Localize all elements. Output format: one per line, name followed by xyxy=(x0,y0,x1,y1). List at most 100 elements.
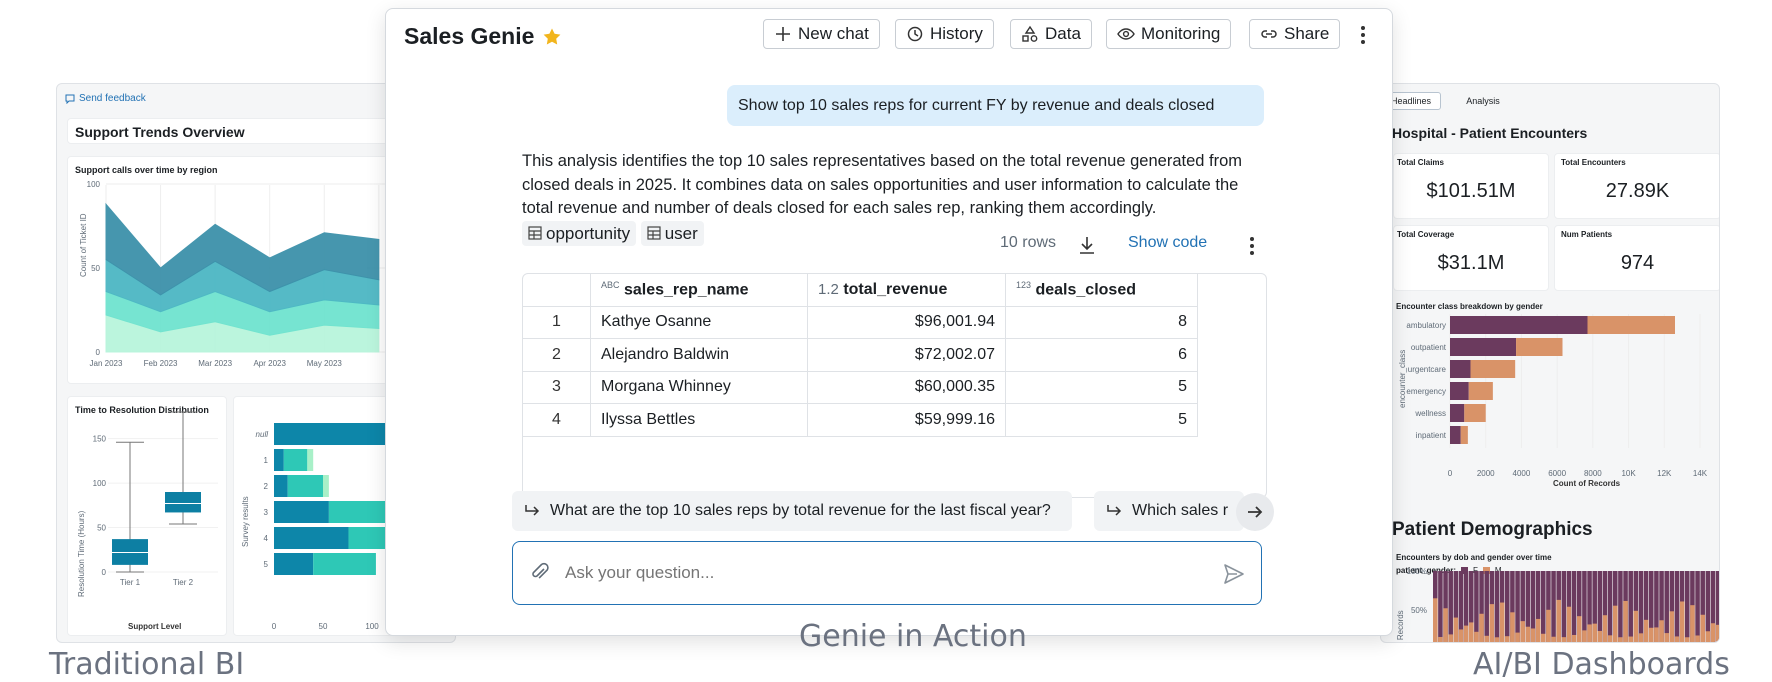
y-tick-label: urgentcare xyxy=(1408,365,1447,374)
plus-icon xyxy=(776,27,790,41)
question-input[interactable] xyxy=(565,558,1185,588)
new-chat-button[interactable]: New chat xyxy=(763,19,880,49)
download-icon[interactable] xyxy=(1076,234,1098,256)
rows-count: 10 rows xyxy=(1000,234,1057,251)
type-decimal-icon: 1.2 xyxy=(818,280,839,298)
kpi-card-claims: Total Claims $101.51M xyxy=(1393,153,1549,219)
question-input-box[interactable] xyxy=(512,541,1262,605)
table-chip-label: opportunity xyxy=(546,223,631,243)
eye-icon xyxy=(1117,28,1135,40)
box-chart-card: Time to Resolution Distribution Resoluti… xyxy=(67,396,227,636)
suggestion-chip[interactable]: What are the top 10 sales reps by total … xyxy=(512,491,1072,531)
survey-bar xyxy=(283,449,308,471)
encounter-bar xyxy=(1587,316,1675,334)
demo-bar-m xyxy=(1638,633,1644,642)
y-tick-label: 50% xyxy=(1411,606,1427,615)
y-tick-label: 100% xyxy=(1407,567,1427,576)
area-y-label: Count of Ticket ID xyxy=(79,213,88,277)
show-code-link[interactable]: Show code xyxy=(1128,234,1207,252)
y-tick-label: 1 xyxy=(264,456,269,465)
demo-bar-f xyxy=(1515,571,1520,642)
star-icon[interactable] xyxy=(542,27,562,47)
cell-revenue: $60,000.35 xyxy=(807,370,1006,404)
y-tick-label: 0 xyxy=(102,568,107,577)
column-header-label: total_revenue xyxy=(843,280,948,298)
column-header[interactable]: ABC sales_rep_name xyxy=(590,274,808,307)
row-index: 3 xyxy=(523,370,591,404)
demo-bar-m xyxy=(1628,636,1633,642)
demo-bar-m xyxy=(1510,612,1515,642)
reply-arrow-icon xyxy=(1107,505,1122,516)
row-index: 2 xyxy=(523,338,591,372)
demo-bar-m xyxy=(1453,617,1459,642)
table-chip-user[interactable]: user xyxy=(640,220,704,246)
history-icon xyxy=(907,26,923,42)
table-row: 1 Kathye Osanne $96,001.94 8 xyxy=(523,305,1198,339)
y-tick-label: 100 xyxy=(87,180,101,189)
cell-deals: 6 xyxy=(1005,338,1198,372)
demo-bar-f xyxy=(1484,571,1489,642)
encounter-bar-card: Encounter class breakdown by gender enco… xyxy=(1393,296,1719,590)
demographics-chart: of Records 50% 100% xyxy=(1396,567,1719,642)
demo-bar-m xyxy=(1664,633,1669,642)
survey-bar xyxy=(274,423,392,445)
demo-bar-m xyxy=(1710,623,1716,642)
history-button[interactable]: History xyxy=(895,19,994,49)
monitoring-button[interactable]: Monitoring xyxy=(1106,19,1232,49)
share-label: Share xyxy=(1284,24,1330,43)
user-message-bubble: Show top 10 sales reps for current FY by… xyxy=(727,85,1264,126)
demographics-card: Encounters by dob and gender over time o… xyxy=(1393,549,1719,642)
demo-bar-m xyxy=(1649,627,1654,642)
send-feedback-link[interactable]: Send feedback xyxy=(65,93,146,104)
results-more-icon[interactable] xyxy=(1245,234,1259,258)
x-tick-label: Feb 2023 xyxy=(144,359,178,368)
attach-icon[interactable] xyxy=(529,562,551,584)
demo-bar-m xyxy=(1566,606,1572,642)
y-tick-label: 4 xyxy=(264,534,269,543)
demo-bar-m xyxy=(1582,630,1587,642)
share-button[interactable]: Share xyxy=(1249,19,1341,49)
cell-revenue: $59,999.16 xyxy=(807,403,1006,437)
send-feedback-label: Send feedback xyxy=(79,93,146,104)
demo-bar-m xyxy=(1705,631,1711,642)
kpi-label: Num Patients xyxy=(1561,230,1613,239)
demo-bar-m xyxy=(1469,622,1474,642)
column-header[interactable]: 123 deals_closed xyxy=(1005,274,1198,307)
suggestion-chip[interactable]: Which sales r xyxy=(1094,491,1244,531)
demo-bar-m xyxy=(1587,624,1592,642)
tab-analysis[interactable]: Analysis xyxy=(1453,92,1513,110)
suggestion-text: What are the top 10 sales reps by total … xyxy=(550,502,1051,519)
survey-bar xyxy=(313,553,376,575)
kpi-label: Total Claims xyxy=(1397,158,1444,167)
encounter-bar xyxy=(1450,316,1588,334)
x-tick-label: Tier 2 xyxy=(173,578,194,587)
kpi-card-coverage: Total Coverage $31.1M xyxy=(1393,225,1549,291)
caption-traditional-bi: Traditional BI xyxy=(49,647,245,682)
x-tick-label: Mar 2023 xyxy=(198,359,232,368)
x-tick-label: 2000 xyxy=(1477,469,1495,478)
encounter-bar xyxy=(1450,426,1461,444)
demo-bar-m xyxy=(1520,621,1525,642)
kpi-label: Total Encounters xyxy=(1561,158,1626,167)
more-options-icon[interactable] xyxy=(1356,23,1370,47)
demographics-title: Patient Demographics xyxy=(1392,519,1593,540)
cell-revenue: $96,001.94 xyxy=(807,305,1006,339)
demo-bar-m xyxy=(1633,610,1639,642)
survey-bar xyxy=(348,527,388,549)
y-tick-label: 50 xyxy=(91,264,100,273)
data-label: Data xyxy=(1045,24,1081,43)
link-icon xyxy=(1261,30,1277,38)
table-chip-opportunity[interactable]: opportunity xyxy=(522,220,637,246)
x-tick-label: 4000 xyxy=(1513,469,1531,478)
demo-bar-m xyxy=(1556,599,1561,642)
data-button[interactable]: Data xyxy=(1010,19,1092,49)
table-header-row: ABC sales_rep_name 1.2 total_revenue 123… xyxy=(523,274,1198,307)
y-tick-label: 50 xyxy=(97,524,106,533)
send-icon[interactable] xyxy=(1222,562,1246,586)
y-tick-label: 2 xyxy=(264,482,269,491)
demo-bar-m xyxy=(1463,625,1469,642)
genie-window: Sales Genie New chat History Data Monito… xyxy=(385,8,1393,636)
next-suggestions-button[interactable] xyxy=(1236,493,1274,531)
column-header[interactable]: 1.2 total_revenue xyxy=(807,274,1006,307)
x-tick-label: 0 xyxy=(272,622,277,631)
